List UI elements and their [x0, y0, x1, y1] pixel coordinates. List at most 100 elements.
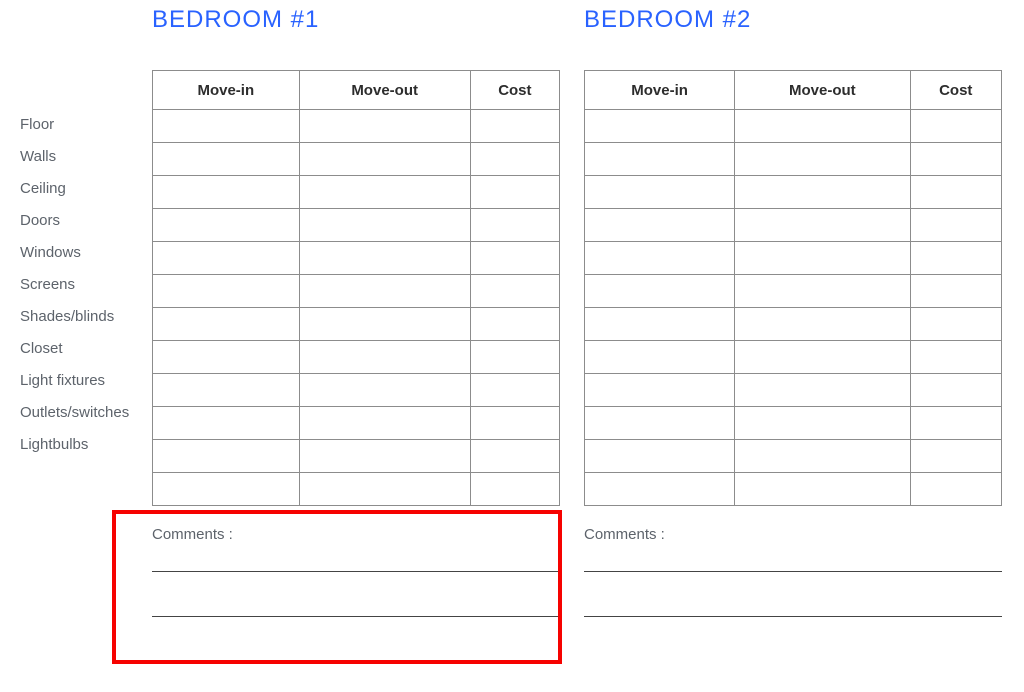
table-cell[interactable] [470, 473, 559, 506]
table-cell[interactable] [585, 275, 735, 308]
section-2: BEDROOM #2Move-inMove-outCostComments : [584, 4, 1004, 639]
column-header: Cost [910, 71, 1001, 110]
table-cell[interactable] [585, 176, 735, 209]
table-cell[interactable] [910, 176, 1001, 209]
table-cell[interactable] [735, 143, 910, 176]
table-row [585, 275, 1002, 308]
table-row [585, 242, 1002, 275]
table-cell[interactable] [735, 473, 910, 506]
table-cell[interactable] [470, 374, 559, 407]
table-cell[interactable] [910, 209, 1001, 242]
comment-line[interactable] [152, 616, 560, 617]
table-cell[interactable] [470, 176, 559, 209]
table-cell[interactable] [299, 209, 470, 242]
table-cell[interactable] [735, 110, 910, 143]
table-cell[interactable] [585, 341, 735, 374]
table-area: FloorWallsCeilingDoorsWindowsScreensShad… [20, 70, 560, 506]
table-row [153, 407, 560, 440]
table-cell[interactable] [470, 242, 559, 275]
table-cell[interactable] [735, 209, 910, 242]
table-cell[interactable] [153, 242, 300, 275]
table-cell[interactable] [299, 407, 470, 440]
checklist-table: Move-inMove-outCost [584, 70, 1002, 506]
table-cell[interactable] [470, 275, 559, 308]
table-row [585, 308, 1002, 341]
table-cell[interactable] [585, 374, 735, 407]
table-cell[interactable] [470, 407, 559, 440]
table-cell[interactable] [585, 143, 735, 176]
table-cell[interactable] [585, 110, 735, 143]
comment-line[interactable] [584, 571, 1002, 572]
table-cell[interactable] [735, 440, 910, 473]
table-cell[interactable] [735, 242, 910, 275]
table-cell[interactable] [585, 209, 735, 242]
table-cell[interactable] [299, 374, 470, 407]
table-cell[interactable] [470, 110, 559, 143]
table-cell[interactable] [910, 242, 1001, 275]
table-cell[interactable] [299, 308, 470, 341]
column-header: Move-out [299, 71, 470, 110]
table-cell[interactable] [299, 275, 470, 308]
comment-line[interactable] [152, 571, 560, 572]
column-header: Move-out [735, 71, 910, 110]
table-cell[interactable] [585, 407, 735, 440]
table-cell[interactable] [735, 176, 910, 209]
table-cell[interactable] [585, 242, 735, 275]
table-cell[interactable] [910, 473, 1001, 506]
table-row [153, 275, 560, 308]
table-cell[interactable] [470, 143, 559, 176]
table-cell[interactable] [910, 440, 1001, 473]
table-cell[interactable] [910, 110, 1001, 143]
table-cell[interactable] [470, 308, 559, 341]
table-cell[interactable] [153, 143, 300, 176]
table-cell[interactable] [153, 176, 300, 209]
table-cell[interactable] [153, 275, 300, 308]
table-cell[interactable] [470, 209, 559, 242]
table-cell[interactable] [299, 143, 470, 176]
table-cell[interactable] [735, 407, 910, 440]
table-cell[interactable] [585, 473, 735, 506]
row-label: Doors [20, 204, 152, 236]
table-cell[interactable] [153, 341, 300, 374]
table-row [153, 242, 560, 275]
table-cell[interactable] [470, 341, 559, 374]
column-header: Move-in [585, 71, 735, 110]
table-cell[interactable] [910, 308, 1001, 341]
comments-block: Comments : [584, 520, 1002, 639]
table-cell[interactable] [585, 308, 735, 341]
table-cell[interactable] [910, 143, 1001, 176]
table-cell[interactable] [299, 110, 470, 143]
table-cell[interactable] [153, 440, 300, 473]
row-label: Floor [20, 108, 152, 140]
table-row [585, 407, 1002, 440]
table-cell[interactable] [910, 374, 1001, 407]
table-cell[interactable] [735, 275, 910, 308]
table-cell[interactable] [153, 209, 300, 242]
table-row [585, 374, 1002, 407]
table-cell[interactable] [299, 473, 470, 506]
table-cell[interactable] [153, 110, 300, 143]
table-cell[interactable] [470, 440, 559, 473]
table-cell[interactable] [585, 440, 735, 473]
table-cell[interactable] [153, 308, 300, 341]
table-cell[interactable] [735, 308, 910, 341]
table-cell[interactable] [153, 374, 300, 407]
section-title: BEDROOM #1 [152, 6, 560, 34]
table-cell[interactable] [299, 242, 470, 275]
table-cell[interactable] [153, 473, 300, 506]
table-row [585, 143, 1002, 176]
table-row [585, 473, 1002, 506]
table-cell[interactable] [910, 341, 1001, 374]
table-cell[interactable] [299, 176, 470, 209]
checklist-table: Move-inMove-outCost [152, 70, 560, 506]
table-cell[interactable] [910, 407, 1001, 440]
table-row [585, 176, 1002, 209]
table-cell[interactable] [735, 374, 910, 407]
comment-line[interactable] [584, 616, 1002, 617]
table-cell[interactable] [299, 440, 470, 473]
table-cell[interactable] [735, 341, 910, 374]
table-cell[interactable] [299, 341, 470, 374]
row-label: Closet [20, 332, 152, 364]
table-cell[interactable] [153, 407, 300, 440]
table-cell[interactable] [910, 275, 1001, 308]
